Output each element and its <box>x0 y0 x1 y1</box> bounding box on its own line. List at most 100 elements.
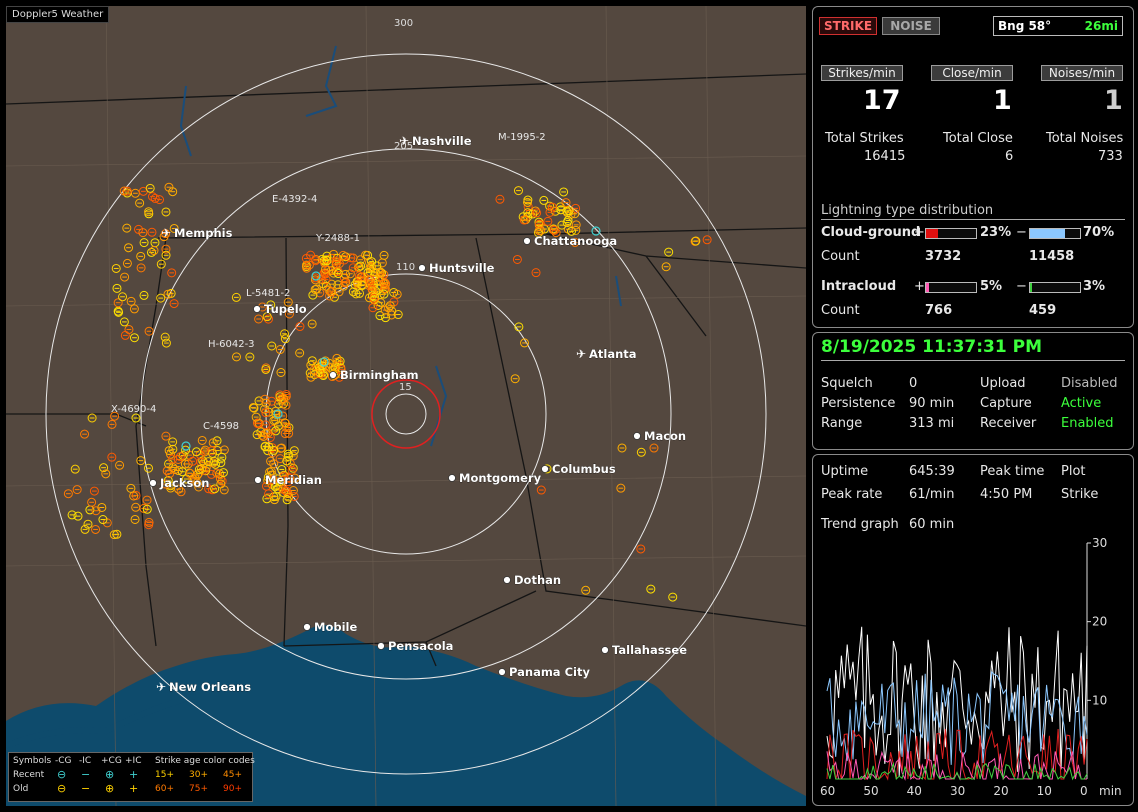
total-close-value: 6 <box>1005 149 1014 164</box>
capture-value: Active <box>1061 396 1102 411</box>
strike-symbol <box>276 367 286 377</box>
strike-symbol <box>661 262 671 272</box>
legend-recent-minus-ic-icon: − <box>81 768 91 781</box>
cg-minus-sign: − <box>1016 225 1027 240</box>
strike-symbol <box>156 293 166 303</box>
strike-symbol <box>616 483 626 493</box>
city-dot-icon <box>541 465 549 473</box>
strike-symbol <box>126 483 136 493</box>
strike-symbol <box>72 485 82 495</box>
legend-age-recent-3: 45+ <box>223 770 242 780</box>
city-label: Meridian <box>265 473 322 487</box>
city-label: Pensacola <box>388 639 453 653</box>
strike-symbol <box>129 333 139 343</box>
strike-symbol <box>149 246 159 256</box>
city-dot-icon <box>303 623 311 631</box>
legend-age-old-1: 60+ <box>155 784 174 794</box>
city-dot-icon <box>377 642 385 650</box>
noise-mode-button[interactable]: NOISE <box>882 17 940 35</box>
ring-label: 300 <box>394 18 413 29</box>
strike-symbol <box>70 464 80 474</box>
ring-labels: 300 205 110 15 <box>394 18 415 393</box>
noises-per-min-button[interactable]: Noises/min <box>1041 65 1123 81</box>
peak-time-label: Peak time <box>980 464 1045 479</box>
city-label: Memphis <box>174 226 233 240</box>
strikes-per-min-button[interactable]: Strikes/min <box>821 65 903 81</box>
storm-cell-label: L-5481-2 <box>246 288 290 299</box>
strike-symbol <box>307 319 317 329</box>
strike-symbol <box>122 223 132 233</box>
total-strikes-value: 16415 <box>864 149 906 164</box>
strike-symbol <box>161 431 171 441</box>
strike-symbol <box>510 374 520 384</box>
legend-old-label: Old <box>13 784 29 794</box>
legend-symbols-title: Symbols <box>13 756 52 766</box>
strike-symbol <box>120 330 130 340</box>
strike-symbol <box>131 413 141 423</box>
city-dot-icon <box>254 476 262 484</box>
city-label: Panama City <box>509 665 590 679</box>
strike-symbol <box>67 510 77 520</box>
city-dot-icon <box>149 479 157 487</box>
plot-label: Plot <box>1061 464 1086 479</box>
strike-symbol <box>136 251 146 261</box>
ic-minus-percent: 3% <box>1083 279 1106 294</box>
cloud-ground-label: Cloud-ground <box>821 225 921 240</box>
status-panel: 8/19/2025 11:37:31 PM Squelch 0 Upload D… <box>812 332 1134 450</box>
status-divider <box>821 360 1125 361</box>
strike-symbol <box>248 403 258 413</box>
trend-x-tick-label: 10 <box>1037 784 1052 798</box>
range-label: Range <box>821 416 863 431</box>
legend-age-title: Strike age color codes <box>155 756 255 766</box>
strike-symbol <box>89 486 99 496</box>
strike-symbol <box>167 268 177 278</box>
lightning-map[interactable]: 300 205 110 15 M-1995-2 E-4392-4 Y-2488-1 L… <box>6 6 806 806</box>
city-marker: Dothan <box>503 573 561 587</box>
strike-symbol <box>231 352 241 362</box>
strike-symbol <box>262 494 272 504</box>
persistence-value: 90 min <box>909 396 955 411</box>
receiver-value: Enabled <box>1061 416 1114 431</box>
strike-symbol <box>668 592 678 602</box>
strike-symbol <box>136 263 146 273</box>
city-dot-icon <box>503 576 511 584</box>
strike-symbol <box>161 338 171 348</box>
city-dot-icon <box>498 668 506 676</box>
map-canvas[interactable]: 300 205 110 15 M-1995-2 E-4392-4 Y-2488-1 L… <box>6 6 806 806</box>
strike-symbol <box>531 268 541 278</box>
legend-age-recent-1: 15+ <box>155 770 174 780</box>
trend-x-tick-label: 40 <box>907 784 922 798</box>
city-marker: Macon <box>633 429 686 443</box>
close-per-min-button[interactable]: Close/min <box>931 65 1013 81</box>
strike-symbol <box>649 443 659 453</box>
city-label: Nashville <box>412 134 472 148</box>
strike-symbol <box>120 272 130 282</box>
storm-cell-label: X-4690-4 <box>111 404 156 415</box>
cg-plus-count: 3732 <box>925 249 962 264</box>
strike-symbol <box>512 254 522 264</box>
legend-recent-plus-ic-icon: + <box>129 768 139 781</box>
legend-age-old-2: 75+ <box>189 784 208 794</box>
legend-age-recent-2: 30+ <box>189 770 208 780</box>
trend-x-tick-label: 20 <box>993 784 1008 798</box>
strike-symbol <box>155 195 165 205</box>
legend-age-old-3: 90+ <box>223 784 242 794</box>
city-label: Macon <box>644 429 686 443</box>
ic-plus-percent: 5% <box>980 279 1003 294</box>
range-value: 313 mi <box>909 416 955 431</box>
strike-symbol <box>219 485 229 495</box>
strike-symbol <box>73 511 83 521</box>
city-marker: Chattanooga <box>523 234 617 248</box>
legend-recent-minus-cg-icon: ⊖ <box>57 768 67 781</box>
datetime: 8/19/2025 11:37:31 PM <box>821 337 1042 357</box>
ic-minus-sign: − <box>1016 279 1027 294</box>
strike-symbol <box>536 485 546 495</box>
strike-mode-button[interactable]: STRIKE <box>819 17 877 35</box>
total-noises-label: Total Noises <box>1046 131 1124 146</box>
city-marker: Huntsville <box>418 261 495 275</box>
ic-minus-bar <box>1029 282 1081 293</box>
ring-label: 15 <box>399 382 412 393</box>
bearing-box: Bng 58° 26mi <box>993 16 1123 36</box>
persistence-label: Persistence <box>821 396 896 411</box>
strike-symbol <box>271 426 281 436</box>
